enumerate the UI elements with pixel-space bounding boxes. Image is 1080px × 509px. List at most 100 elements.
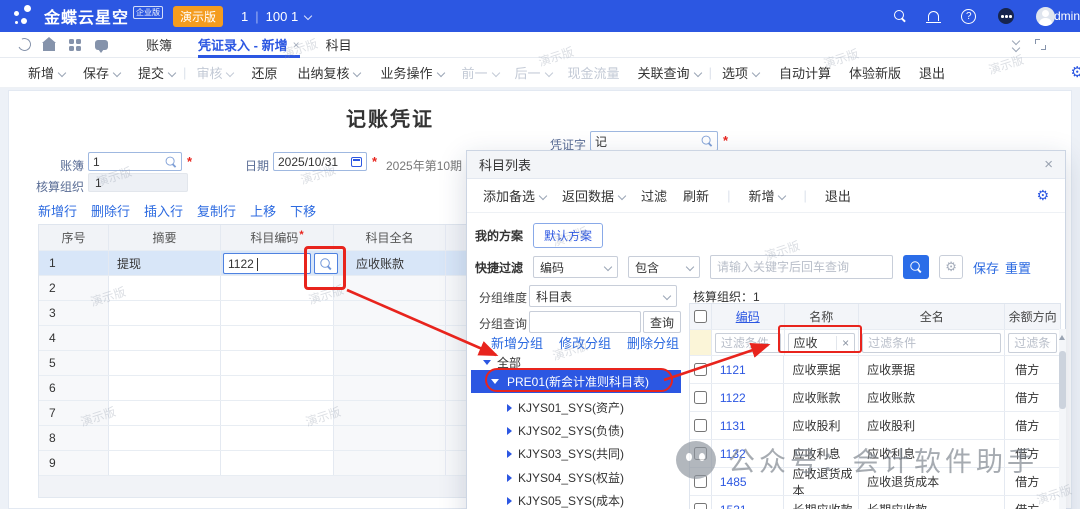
- toolbar-restore[interactable]: 还原: [251, 63, 277, 82]
- delete-group-link[interactable]: 删除分组: [627, 333, 679, 352]
- voucher-word-input[interactable]: [595, 134, 701, 148]
- name-filter-input[interactable]: 应收 ×: [788, 333, 856, 353]
- cell-code[interactable]: 1531: [712, 496, 785, 509]
- scrollbar-thumb[interactable]: [1059, 351, 1066, 409]
- row-checkbox[interactable]: [694, 475, 707, 488]
- cell-summary[interactable]: 提现: [109, 251, 221, 275]
- calendar-icon[interactable]: [351, 157, 362, 167]
- table-row[interactable]: 1132应收利息应收利息借方: [690, 440, 1060, 468]
- col-code[interactable]: 编码: [712, 304, 785, 329]
- tree-item-asset[interactable]: KJYS01_SYS(资产): [507, 399, 624, 416]
- toolbar-submit[interactable]: 提交: [138, 63, 175, 82]
- fullname-filter-input[interactable]: [862, 333, 1001, 353]
- account-code-editor[interactable]: [223, 253, 311, 274]
- code-filter-input[interactable]: [715, 333, 781, 353]
- cell-summary[interactable]: [109, 326, 221, 350]
- group-dim-select[interactable]: 科目表: [529, 285, 677, 307]
- toolbar-try-new[interactable]: 体验新版: [849, 63, 901, 82]
- default-scheme-button[interactable]: 默认方案: [533, 223, 603, 248]
- refresh-icon[interactable]: [16, 36, 33, 53]
- table-row[interactable]: 1121应收票据应收票据借方: [690, 356, 1060, 384]
- tree-item-equity[interactable]: KJYS04_SYS(权益): [507, 469, 624, 486]
- tree-item-cost[interactable]: KJYS05_SYS(成本): [507, 492, 624, 509]
- lookup-icon[interactable]: [702, 136, 713, 147]
- account-lookup-button[interactable]: [314, 253, 338, 274]
- dialog-return-data[interactable]: 返回数据: [562, 186, 625, 205]
- cell-code[interactable]: 1132: [712, 440, 785, 467]
- cell-code[interactable]: 1131: [712, 412, 785, 439]
- gear-icon[interactable]: ⚙: [1036, 187, 1049, 204]
- voucher-word-field[interactable]: [590, 131, 718, 151]
- move-down-link[interactable]: 下移: [290, 201, 316, 220]
- grid-row-4[interactable]: 4: [39, 326, 467, 351]
- cell-account-code[interactable]: [221, 301, 334, 325]
- filter-field-select[interactable]: 编码: [533, 256, 618, 278]
- toolbar-save[interactable]: 保存: [83, 63, 120, 82]
- toolbar-business-ops[interactable]: 业务操作: [380, 63, 443, 82]
- tree-collapsed-icon[interactable]: [507, 427, 512, 435]
- grid-row-9[interactable]: 9: [39, 451, 467, 476]
- toolbar-auto-calc[interactable]: 自动计算: [779, 63, 831, 82]
- tab-accounts[interactable]: 科目: [326, 32, 352, 58]
- save-filter-link[interactable]: 保存: [973, 258, 999, 277]
- account-code-input[interactable]: [228, 257, 306, 271]
- add-row-link[interactable]: 新增行: [38, 201, 77, 220]
- code-filter-cell[interactable]: [712, 330, 785, 355]
- name-filter-cell[interactable]: 应收 ×: [785, 330, 860, 355]
- cell-summary[interactable]: [109, 451, 221, 475]
- grid-row-8[interactable]: 8: [39, 426, 467, 451]
- grid-row-3[interactable]: 3: [39, 301, 467, 326]
- collapse-tabs-icon[interactable]: [1013, 38, 1019, 51]
- clear-filter-icon[interactable]: ×: [836, 336, 849, 350]
- toolbar-cashier-review[interactable]: 出纳复核: [297, 63, 360, 82]
- message-icon[interactable]: [95, 40, 108, 50]
- tree-item-common[interactable]: KJYS03_SYS(共同): [507, 445, 624, 462]
- cell-summary[interactable]: [109, 426, 221, 450]
- search-button[interactable]: [903, 255, 929, 279]
- cell-account-code[interactable]: [221, 326, 334, 350]
- row-checkbox[interactable]: [694, 363, 707, 376]
- toolbar-exit[interactable]: 退出: [919, 63, 945, 82]
- table-row[interactable]: 1485应收退货成本应收退货成本借方: [690, 468, 1060, 496]
- cell-summary[interactable]: [109, 401, 221, 425]
- table-row[interactable]: 1131应收股利应收股利借方: [690, 412, 1060, 440]
- cell-summary[interactable]: [109, 301, 221, 325]
- tree-item-selected[interactable]: PRE01(新会计准则科目表): [471, 370, 681, 393]
- date-field[interactable]: [273, 152, 367, 171]
- apps-grid-icon[interactable]: [69, 39, 81, 51]
- tree-collapsed-icon[interactable]: [507, 474, 512, 482]
- cell-code[interactable]: 1121: [712, 356, 785, 383]
- table-row[interactable]: 1122应收账款应收账款借方: [690, 384, 1060, 412]
- table-scrollbar[interactable]: [1059, 329, 1066, 509]
- date-input[interactable]: [278, 155, 351, 169]
- row-checkbox[interactable]: [694, 391, 707, 404]
- grid-row-2[interactable]: 2: [39, 276, 467, 301]
- dialog-exit[interactable]: 退出: [825, 186, 851, 205]
- grid-row-5[interactable]: 5: [39, 351, 467, 376]
- filter-operator-select[interactable]: 包含: [628, 256, 700, 278]
- col-direction[interactable]: 余额方向: [1005, 304, 1060, 329]
- tab-close-icon[interactable]: ×: [293, 38, 300, 52]
- filter-settings-button[interactable]: ⚙: [939, 255, 963, 279]
- tree-collapsed-icon[interactable]: [507, 450, 512, 458]
- toolbar-new[interactable]: 新增: [28, 63, 65, 82]
- fullname-filter-cell[interactable]: [859, 330, 1005, 355]
- row-checkbox[interactable]: [694, 419, 707, 432]
- direction-filter-input[interactable]: [1008, 333, 1057, 353]
- toolbar-options[interactable]: 选项: [722, 63, 759, 82]
- cell-summary[interactable]: [109, 351, 221, 375]
- close-icon[interactable]: ×: [1044, 156, 1053, 173]
- delete-row-link[interactable]: 删除行: [91, 201, 130, 220]
- col-fullname[interactable]: 全名: [859, 304, 1005, 329]
- scroll-up-icon[interactable]: [1059, 335, 1065, 340]
- cell-account-code[interactable]: [221, 251, 334, 275]
- book-input[interactable]: [93, 155, 165, 169]
- lookup-icon[interactable]: [166, 156, 177, 167]
- group-query-input[interactable]: [529, 311, 641, 333]
- notification-bell-icon[interactable]: [928, 11, 939, 21]
- dialog-new[interactable]: 新增: [748, 186, 785, 205]
- grid-row-7[interactable]: 7: [39, 401, 467, 426]
- gear-icon[interactable]: ⚙: [1071, 65, 1080, 80]
- row-checkbox[interactable]: [694, 503, 707, 509]
- dialog-add-candidate[interactable]: 添加备选: [483, 186, 546, 205]
